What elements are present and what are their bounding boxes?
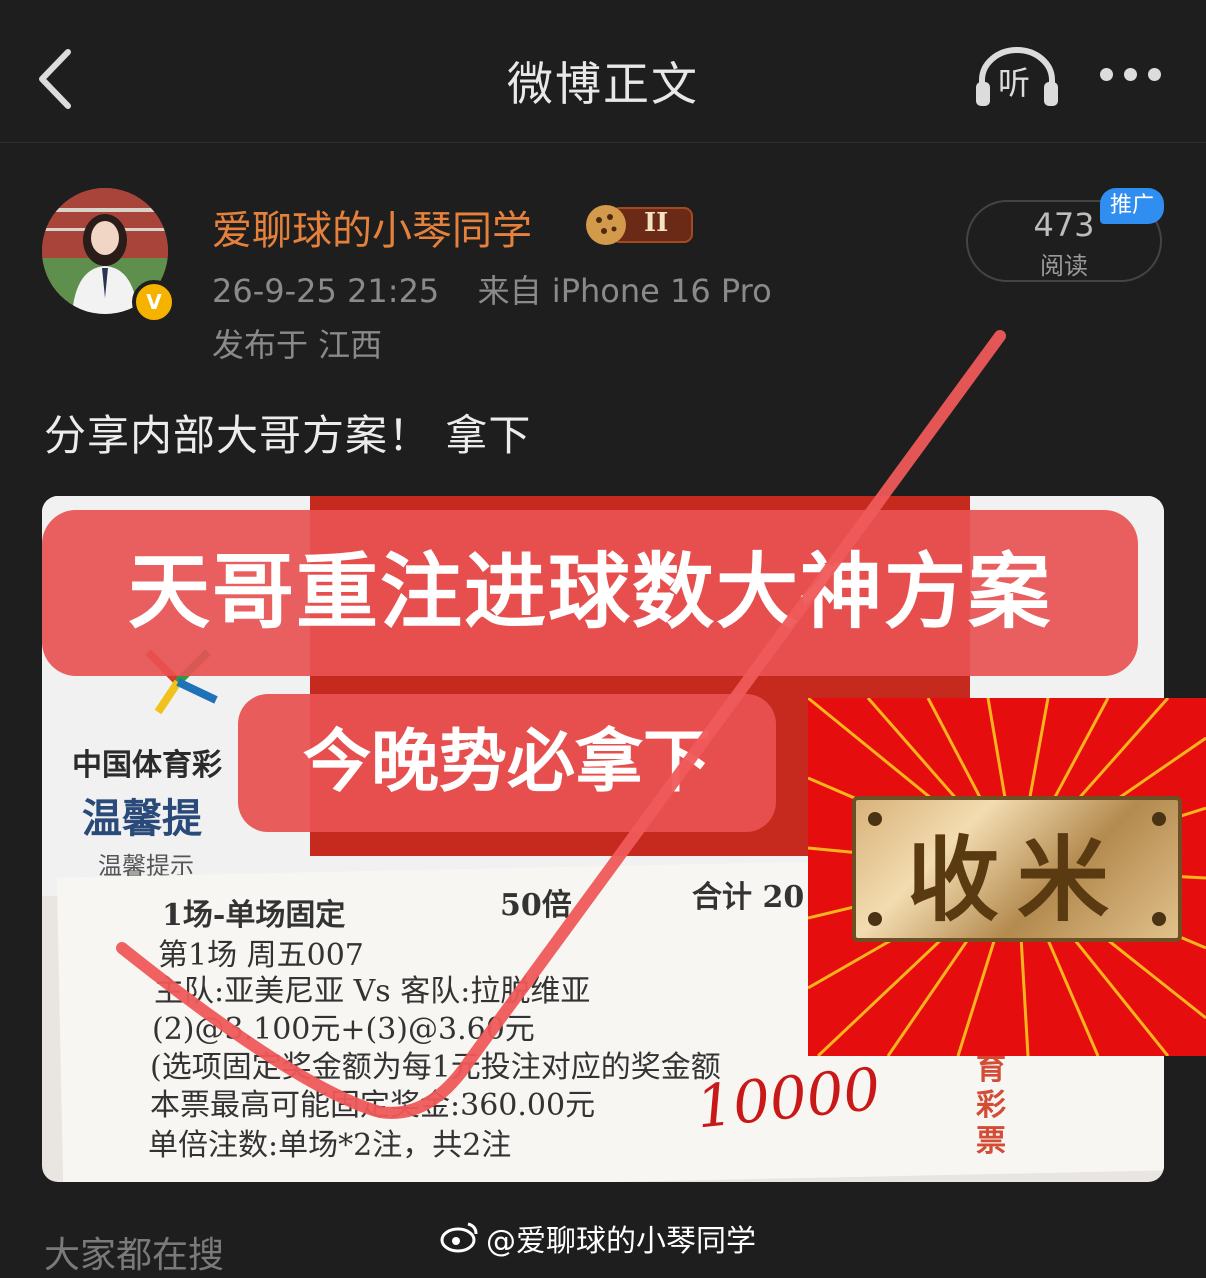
verified-badge: V [132,280,176,324]
post-timestamp: 26-9-25 21:25 [212,272,440,310]
ticket-brand: 中国体育彩 [72,748,222,783]
cookie-badge-icon [586,205,693,245]
ticket-side-text: 育彩票 [976,1052,1006,1159]
weibo-logo-icon [440,1222,478,1253]
post-meta: 26-9-25 21:25 来自 iPhone 16 Pro [212,266,772,312]
more-button[interactable] [1094,58,1168,94]
more-dot-icon [1100,68,1113,81]
image-headline: 天哥重注进球数大神方案 [42,510,1138,676]
ticket-header-left: 1场-单场固定 [162,898,346,933]
image-subline: 今晚势必拿下 [238,694,776,832]
trending-search-label[interactable]: 大家都在搜 [44,1226,224,1278]
gold-plaque: 收米 [852,796,1182,942]
watermark-handle: @爱聊球的小琴同学 [486,1224,756,1259]
promo-tag[interactable]: 推广 [1100,188,1164,224]
ticket-max-prize: 本票最高可能固定奖金:360.00元 [150,1088,596,1123]
post-text: 分享内部大哥方案！ 拿下 [44,411,532,460]
sticker-text: 收米 [906,827,1127,934]
read-label: 阅读 [1040,252,1088,280]
listen-label: 听 [998,64,1031,102]
sticker-image: 收米 [808,698,1206,1056]
more-dot-icon [1148,68,1161,81]
more-dot-icon [1124,68,1137,81]
badge-level: II [644,208,669,238]
ticket-total: 合计 20 [692,880,805,915]
ticket-notice: 温馨提 [82,796,202,842]
post-source: 来自 iPhone 16 Pro [477,272,772,310]
post-location: 发布于 江西 [212,326,383,364]
top-bar: 微博正文 听 [0,0,1206,143]
listen-button[interactable]: 听 [972,44,1062,110]
ticket-bets: 单倍注数:单场*2注，共2注 [148,1128,512,1163]
watermark-text: @爱聊球的小琴同学 [486,1216,756,1260]
member-badge[interactable]: II [582,200,696,250]
ticket-multiplier: 50倍 [500,888,572,923]
author-name[interactable]: 爱聊球的小琴同学 [212,198,532,256]
